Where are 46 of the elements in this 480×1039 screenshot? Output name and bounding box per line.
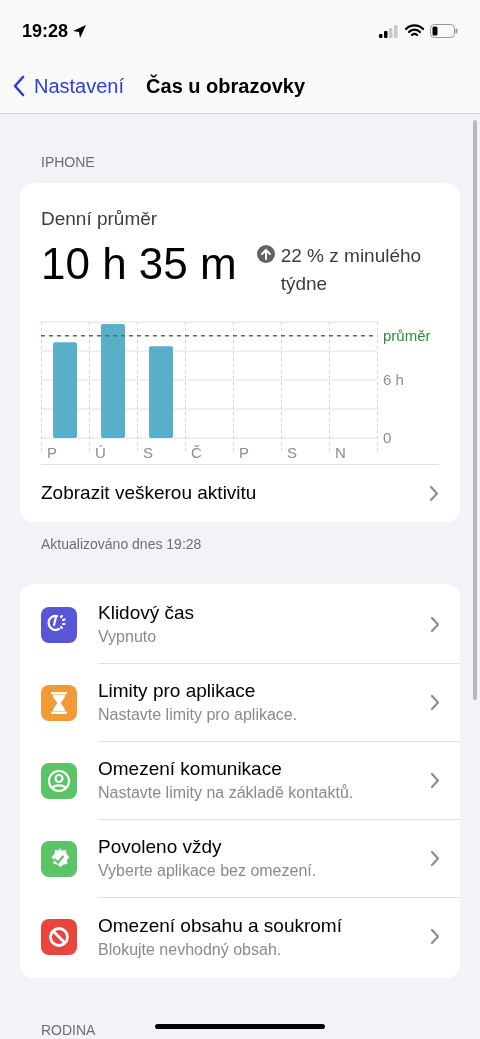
setting-subtitle: Vypnuto	[98, 627, 158, 647]
setting-title: Klidový čas	[98, 601, 196, 625]
daily-average-value: 10 h 35 m	[41, 237, 237, 290]
average-label: průměr	[383, 326, 431, 344]
wifi-icon	[405, 24, 424, 38]
all-activity-link[interactable]: Zobrazit veškerou aktivitu	[41, 463, 439, 522]
setting-subtitle: Blokujte nevhodný obsah.	[98, 939, 283, 960]
updated-text: Aktualizováno dnes 19:28	[41, 534, 203, 554]
location-icon	[72, 23, 88, 39]
back-button[interactable]: Nastavení	[12, 70, 125, 101]
setting-title: Povoleno vždy	[98, 835, 223, 859]
setting-title: Limity pro aplikace	[98, 679, 257, 703]
status-time: 19:28	[22, 19, 69, 43]
settings-row[interactable]: Omezení obsahu a soukromí Blokujte nevhodný obsah.	[20, 897, 460, 976]
page-title: Čas u obrazovky	[146, 73, 305, 99]
settings-row[interactable]: Limity pro aplikace Nastavte limity pro aplikace.	[20, 663, 460, 742]
back-chevron-icon	[12, 74, 26, 97]
chevron-icon	[430, 849, 440, 867]
change-text: 22 % z minulého týdne	[280, 243, 423, 296]
signal-icon	[379, 24, 399, 38]
setting-subtitle: Nastavte limity na základě kontaktů.	[98, 783, 355, 803]
y-tick-label: 6 h	[383, 370, 404, 388]
summary-label: Denní průměr	[41, 207, 159, 231]
chevron-icon	[430, 928, 440, 945]
settings-row[interactable]: Omezení komunikace Nastavte limity na základě kontaktů.	[20, 741, 460, 820]
x-tick-label: P	[47, 443, 57, 461]
x-tick-label: P	[239, 443, 249, 461]
battery-icon	[430, 24, 458, 38]
chevron-icon	[430, 771, 440, 789]
x-tick-label: Ú	[95, 443, 106, 461]
section-header: IPHONE	[41, 153, 96, 172]
setting-subtitle: Nastavte limity pro aplikace.	[98, 705, 299, 725]
settings-row[interactable]: Povoleno vždy Vyberte aplikace bez omezení.	[20, 819, 460, 898]
setting-subtitle: Vyberte aplikace bez omezení.	[98, 861, 318, 881]
setting-title: Omezení obsahu a soukromí	[98, 913, 343, 938]
x-tick-label: Č	[191, 443, 202, 461]
setting-title: Omezení komunikace	[98, 757, 283, 781]
x-tick-label: S	[287, 443, 297, 461]
x-tick-label: S	[143, 443, 153, 461]
chevron-icon	[430, 693, 440, 711]
section-header: RODINA	[41, 1020, 96, 1039]
chevron-icon	[429, 484, 439, 502]
settings-row[interactable]: Klidový čas Vypnuto	[20, 585, 460, 664]
chevron-icon	[430, 615, 440, 633]
x-tick-label: N	[335, 443, 346, 461]
y-tick-label: 0	[383, 428, 392, 446]
